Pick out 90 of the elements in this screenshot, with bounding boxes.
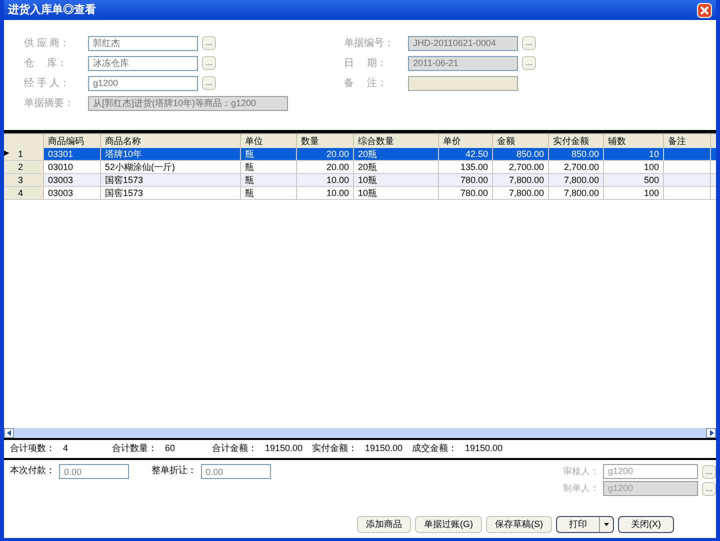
table-cell: 瓶 [245, 149, 254, 159]
input-field[interactable] [408, 76, 518, 90]
total-label: 实付金额： [312, 442, 357, 456]
table-row[interactable]: 3 03003 国窖1573 瓶 10.00 10瓶 780.00 7,800.00 7,800.00 500 [4, 174, 716, 187]
input-field[interactable]: 郭红杰 [88, 36, 198, 50]
table-cell: 500 [644, 175, 659, 185]
action-button[interactable]: 单据过账(G) [415, 516, 482, 533]
total-label: 合计金额： [212, 442, 257, 456]
table-cell: 2,700.00 [564, 162, 599, 172]
table-cell: 10.00 [326, 175, 349, 185]
table-cell: 100 [644, 188, 659, 198]
input-field[interactable]: g1200 [88, 76, 198, 90]
total-value: 19150.00 [365, 442, 403, 456]
table-cell: 20.00 [326, 149, 349, 159]
table-cell: 瓶 [245, 162, 254, 172]
total-value: 4 [63, 442, 68, 456]
field-label: 日 期： [344, 56, 388, 70]
row-number: 3 [17, 174, 24, 186]
action-button[interactable]: 保存草稿(S) [486, 516, 552, 533]
close-button[interactable]: 关闭(X) [618, 516, 674, 533]
table-cell: 20瓶 [358, 162, 378, 172]
table-row[interactable]: 4 03003 国窖1573 瓶 10.00 10瓶 780.00 7,800.00 7,800.00 100 [4, 187, 716, 200]
table-cell: 10 [648, 149, 659, 159]
browse-button[interactable]: ... [702, 482, 716, 496]
table-cell: 7,800.00 [564, 175, 599, 185]
table-row[interactable]: 2 03010 52小糊涂仙(一斤) 瓶 20.00 20瓶 135.00 2,700.00 2,700.00 100 [4, 161, 716, 174]
table-cell: 7,800.00 [508, 175, 544, 185]
total-label: 合计项数： [10, 442, 55, 456]
table-cell: 850.00 [516, 149, 544, 159]
total-value: 60 [165, 442, 176, 456]
row-number: 1 [17, 148, 24, 160]
field-label: 供 应 商： [24, 36, 71, 50]
field-label: 单据编号： [344, 36, 395, 50]
table-cell: 2,700.00 [508, 162, 544, 172]
table-cell: 瓶 [245, 175, 254, 185]
table-cell: 100 [644, 162, 659, 172]
table-cell: 瓶 [245, 188, 254, 198]
row-number: 2 [17, 160, 24, 174]
table-cell: 20瓶 [358, 149, 378, 159]
scroll-left-icon[interactable] [4, 428, 14, 438]
input-field[interactable]: JHD-20110621-0004 [408, 36, 518, 50]
table-cell: 国窖1573 [105, 188, 144, 198]
close-icon[interactable] [697, 2, 712, 18]
table-cell: 10瓶 [358, 188, 378, 198]
table-cell: 52小糊涂仙(一斤) [105, 162, 176, 172]
field-label: 制单人： [563, 482, 599, 495]
table-cell: 850.00 [571, 149, 599, 159]
table-cell: 780.00 [460, 175, 488, 185]
browse-button[interactable]: ... [522, 56, 536, 70]
scroll-right-icon[interactable] [706, 428, 716, 438]
horizontal-scrollbar[interactable] [4, 428, 716, 438]
field-label: 整单折让： [152, 464, 197, 477]
field-label: 单据摘要： [24, 96, 75, 110]
field-label: 仓 库： [24, 56, 68, 70]
field-label: 备 注： [344, 76, 388, 90]
table-cell: 03003 [48, 175, 74, 185]
input-field[interactable]: 0.00 [200, 464, 271, 479]
total-label: 合计数量： [112, 442, 157, 456]
action-button[interactable]: 添加商品 [357, 516, 411, 533]
total-label: 成交金额： [412, 442, 457, 456]
total-value: 19150.00 [265, 442, 303, 456]
field-label: 本次付款： [10, 464, 55, 477]
browse-button[interactable]: ... [702, 464, 716, 478]
total-value: 19150.00 [465, 442, 503, 456]
print-button[interactable]: 打印 [556, 516, 614, 533]
input-field[interactable]: 2011-06-21 [408, 56, 518, 70]
table-cell: 03003 [48, 188, 74, 198]
input-field[interactable]: 从[郭红杰]进货(塔牌10年)等商品：g1200 [88, 96, 288, 110]
table-cell: 780.00 [460, 188, 488, 198]
table-cell: 10瓶 [358, 175, 378, 185]
table-cell: 03010 [48, 162, 74, 172]
row-number: 4 [17, 186, 24, 200]
table-cell: 国窖1573 [105, 175, 144, 185]
input-field[interactable]: 0.00 [59, 464, 129, 479]
field-label: 审核人： [563, 464, 599, 478]
table-cell: 135.00 [460, 162, 488, 172]
table-cell: 10.00 [326, 188, 349, 198]
input-field[interactable]: 冰冻仓库 [88, 56, 198, 70]
browse-button[interactable]: ... [522, 36, 536, 50]
table-cell: 7,800.00 [564, 188, 599, 198]
browse-button[interactable]: ... [202, 76, 216, 90]
window-title: 进货入库单◎查看 [8, 2, 96, 18]
table-cell: 03301 [48, 149, 74, 159]
table-cell: 7,800.00 [508, 188, 544, 198]
field-label: 经 手 人： [24, 76, 71, 90]
table-cell: 塔牌10年 [105, 149, 142, 159]
browse-button[interactable]: ... [202, 36, 216, 50]
table-cell: 42.50 [465, 149, 488, 159]
table-cell: 20.00 [326, 162, 349, 172]
browse-button[interactable]: ... [202, 56, 216, 70]
